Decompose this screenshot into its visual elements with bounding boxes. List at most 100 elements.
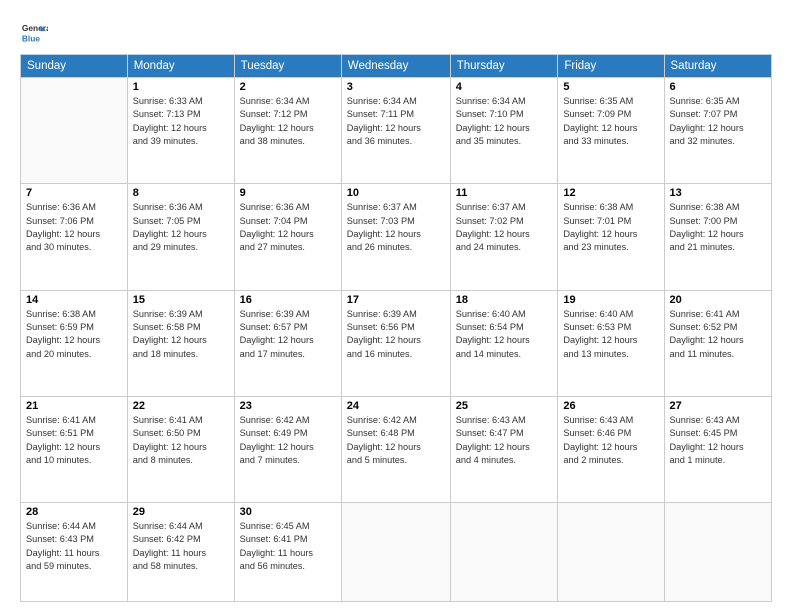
- day-info: Sunrise: 6:36 AMSunset: 7:04 PMDaylight:…: [240, 201, 336, 254]
- day-number: 26: [563, 400, 658, 412]
- day-number: 18: [456, 294, 553, 306]
- calendar-cell: 19 Sunrise: 6:40 AMSunset: 6:53 PMDayligh…: [558, 290, 664, 396]
- day-number: 1: [133, 81, 229, 93]
- day-number: 19: [563, 294, 658, 306]
- day-info: Sunrise: 6:34 AMSunset: 7:10 PMDaylight:…: [456, 95, 553, 148]
- day-number: 11: [456, 187, 553, 199]
- calendar-cell: [664, 503, 771, 602]
- day-info: Sunrise: 6:45 AMSunset: 6:41 PMDaylight:…: [240, 520, 336, 573]
- day-number: 7: [26, 187, 122, 199]
- calendar-cell: 6 Sunrise: 6:35 AMSunset: 7:07 PMDaylight…: [664, 78, 771, 184]
- logo-icon: General Blue: [20, 18, 48, 46]
- calendar-cell: 30 Sunrise: 6:45 AMSunset: 6:41 PMDayligh…: [234, 503, 341, 602]
- calendar-cell: 7 Sunrise: 6:36 AMSunset: 7:06 PMDaylight…: [21, 184, 128, 290]
- calendar-cell: 23Sunrise: 6:42 AMSunset: 6:49 PMDayligh…: [234, 396, 341, 502]
- day-info: Sunrise: 6:44 AMSunset: 6:43 PMDaylight:…: [26, 520, 122, 573]
- calendar-cell: 13 Sunrise: 6:38 AMSunset: 7:00 PMDayligh…: [664, 184, 771, 290]
- logo: General Blue: [20, 18, 52, 46]
- day-number: 12: [563, 187, 658, 199]
- day-number: 13: [670, 187, 766, 199]
- day-info: Sunrise: 6:42 AMSunset: 6:49 PMDaylight:…: [240, 414, 336, 467]
- day-number: 27: [670, 400, 766, 412]
- calendar-cell: 12Sunrise: 6:38 AMSunset: 7:01 PMDayligh…: [558, 184, 664, 290]
- day-info: Sunrise: 6:35 AMSunset: 7:09 PMDaylight:…: [563, 95, 658, 148]
- calendar-cell: 28 Sunrise: 6:44 AMSunset: 6:43 PMDayligh…: [21, 503, 128, 602]
- day-number: 6: [670, 81, 766, 93]
- calendar-cell: 29 Sunrise: 6:44 AMSunset: 6:42 PMDayligh…: [127, 503, 234, 602]
- day-number: 22: [133, 400, 229, 412]
- calendar-cell: [21, 78, 128, 184]
- day-number: 28: [26, 506, 122, 518]
- day-number: 2: [240, 81, 336, 93]
- day-info: Sunrise: 6:36 AMSunset: 7:05 PMDaylight:…: [133, 201, 229, 254]
- calendar-cell: 15 Sunrise: 6:39 AMSunset: 6:58 PMDayligh…: [127, 290, 234, 396]
- calendar-cell: 4 Sunrise: 6:34 AMSunset: 7:10 PMDaylight…: [450, 78, 558, 184]
- day-number: 14: [26, 294, 122, 306]
- day-info: Sunrise: 6:39 AMSunset: 6:56 PMDaylight:…: [347, 308, 445, 361]
- calendar-cell: 25 Sunrise: 6:43 AMSunset: 6:47 PMDayligh…: [450, 396, 558, 502]
- day-info: Sunrise: 6:43 AMSunset: 6:46 PMDaylight:…: [563, 414, 658, 467]
- calendar-cell: 5 Sunrise: 6:35 AMSunset: 7:09 PMDaylight…: [558, 78, 664, 184]
- calendar-cell: 1 Sunrise: 6:33 AMSunset: 7:13 PMDaylight…: [127, 78, 234, 184]
- day-number: 15: [133, 294, 229, 306]
- calendar-cell: 21 Sunrise: 6:41 AMSunset: 6:51 PMDayligh…: [21, 396, 128, 502]
- day-number: 4: [456, 81, 553, 93]
- day-number: 5: [563, 81, 658, 93]
- weekday-header: Friday: [558, 55, 664, 78]
- day-info: Sunrise: 6:37 AMSunset: 7:03 PMDaylight:…: [347, 201, 445, 254]
- svg-text:Blue: Blue: [22, 33, 40, 43]
- calendar-cell: 17 Sunrise: 6:39 AMSunset: 6:56 PMDayligh…: [341, 290, 450, 396]
- day-number: 17: [347, 294, 445, 306]
- calendar-cell: 8 Sunrise: 6:36 AMSunset: 7:05 PMDaylight…: [127, 184, 234, 290]
- day-info: Sunrise: 6:44 AMSunset: 6:42 PMDaylight:…: [133, 520, 229, 573]
- calendar-cell: 22 Sunrise: 6:41 AMSunset: 6:50 PMDayligh…: [127, 396, 234, 502]
- calendar-cell: 20Sunrise: 6:41 AMSunset: 6:52 PMDayligh…: [664, 290, 771, 396]
- day-number: 10: [347, 187, 445, 199]
- calendar-cell: [341, 503, 450, 602]
- calendar-cell: 2 Sunrise: 6:34 AMSunset: 7:12 PMDaylight…: [234, 78, 341, 184]
- day-info: Sunrise: 6:38 AMSunset: 7:00 PMDaylight:…: [670, 201, 766, 254]
- day-number: 29: [133, 506, 229, 518]
- calendar-cell: 10 Sunrise: 6:37 AMSunset: 7:03 PMDayligh…: [341, 184, 450, 290]
- day-info: Sunrise: 6:38 AMSunset: 6:59 PMDaylight:…: [26, 308, 122, 361]
- day-info: Sunrise: 6:41 AMSunset: 6:52 PMDaylight:…: [670, 308, 766, 361]
- weekday-header: Tuesday: [234, 55, 341, 78]
- calendar-cell: [450, 503, 558, 602]
- day-info: Sunrise: 6:40 AMSunset: 6:53 PMDaylight:…: [563, 308, 658, 361]
- header: General Blue: [20, 18, 772, 46]
- weekday-header: Monday: [127, 55, 234, 78]
- day-info: Sunrise: 6:43 AMSunset: 6:45 PMDaylight:…: [670, 414, 766, 467]
- calendar-table: SundayMondayTuesdayWednesdayThursdayFrid…: [20, 54, 772, 602]
- weekday-header: Thursday: [450, 55, 558, 78]
- day-info: Sunrise: 6:39 AMSunset: 6:57 PMDaylight:…: [240, 308, 336, 361]
- day-info: Sunrise: 6:34 AMSunset: 7:12 PMDaylight:…: [240, 95, 336, 148]
- day-info: Sunrise: 6:33 AMSunset: 7:13 PMDaylight:…: [133, 95, 229, 148]
- svg-text:General: General: [22, 23, 48, 33]
- calendar-cell: 26 Sunrise: 6:43 AMSunset: 6:46 PMDayligh…: [558, 396, 664, 502]
- weekday-header: Saturday: [664, 55, 771, 78]
- day-info: Sunrise: 6:36 AMSunset: 7:06 PMDaylight:…: [26, 201, 122, 254]
- calendar-cell: 18 Sunrise: 6:40 AMSunset: 6:54 PMDayligh…: [450, 290, 558, 396]
- day-info: Sunrise: 6:41 AMSunset: 6:51 PMDaylight:…: [26, 414, 122, 467]
- day-info: Sunrise: 6:34 AMSunset: 7:11 PMDaylight:…: [347, 95, 445, 148]
- day-info: Sunrise: 6:41 AMSunset: 6:50 PMDaylight:…: [133, 414, 229, 467]
- day-number: 16: [240, 294, 336, 306]
- day-info: Sunrise: 6:43 AMSunset: 6:47 PMDaylight:…: [456, 414, 553, 467]
- day-number: 25: [456, 400, 553, 412]
- day-info: Sunrise: 6:40 AMSunset: 6:54 PMDaylight:…: [456, 308, 553, 361]
- day-number: 9: [240, 187, 336, 199]
- calendar-cell: 27 Sunrise: 6:43 AMSunset: 6:45 PMDayligh…: [664, 396, 771, 502]
- weekday-header: Wednesday: [341, 55, 450, 78]
- weekday-header: Sunday: [21, 55, 128, 78]
- day-info: Sunrise: 6:35 AMSunset: 7:07 PMDaylight:…: [670, 95, 766, 148]
- page: General Blue SundayMondayTuesdayWednesda…: [0, 0, 792, 612]
- day-info: Sunrise: 6:37 AMSunset: 7:02 PMDaylight:…: [456, 201, 553, 254]
- calendar-cell: 11 Sunrise: 6:37 AMSunset: 7:02 PMDayligh…: [450, 184, 558, 290]
- day-number: 21: [26, 400, 122, 412]
- day-info: Sunrise: 6:39 AMSunset: 6:58 PMDaylight:…: [133, 308, 229, 361]
- day-number: 30: [240, 506, 336, 518]
- calendar-cell: 14 Sunrise: 6:38 AMSunset: 6:59 PMDayligh…: [21, 290, 128, 396]
- day-number: 8: [133, 187, 229, 199]
- day-number: 24: [347, 400, 445, 412]
- calendar-cell: 24Sunrise: 6:42 AMSunset: 6:48 PMDayligh…: [341, 396, 450, 502]
